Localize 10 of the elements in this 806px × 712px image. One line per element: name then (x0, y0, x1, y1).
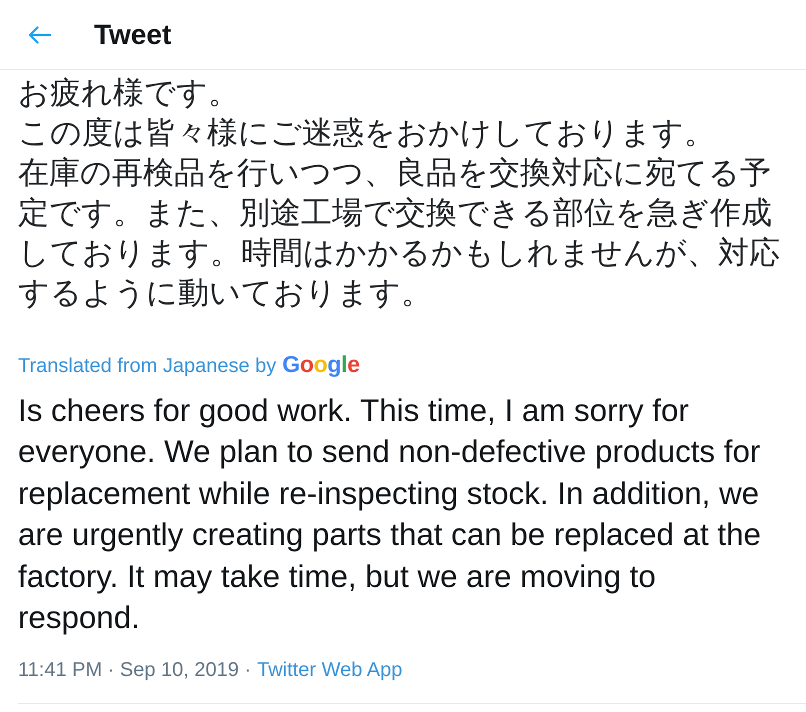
page-title: Tweet (94, 18, 172, 52)
original-tweet-text: この度は皆々様にご迷惑をおかけしております。 (18, 114, 716, 152)
translation-credit[interactable]: Translated from Japanese by (18, 351, 276, 381)
google-logo: Google (282, 350, 360, 379)
back-arrow-icon (28, 26, 50, 44)
tweet-timestamp: 11:41 PM · Sep 10, 2019 · (18, 658, 252, 682)
source-link[interactable]: Twitter Web App (257, 654, 402, 684)
original-tweet-text: 在庫の再検品を行いつつ、良品を交換対応に宛てる予定です。また、別途工場で交換できる部位を急ぎ作成しております。時間はかかるかもしれませんが、対応するように動いております。 (18, 154, 781, 312)
translated-tweet-text: Is cheers for good work. This time, I am sorry for everyone. We plan to send non-defective products for replacement while re-inspecting stock. In addition, we are urgently creating parts that can be replaced at the factory. It may take time, but we are moving to respond. (18, 392, 762, 637)
original-tweet-text: お疲れ様です。 (18, 74, 240, 112)
